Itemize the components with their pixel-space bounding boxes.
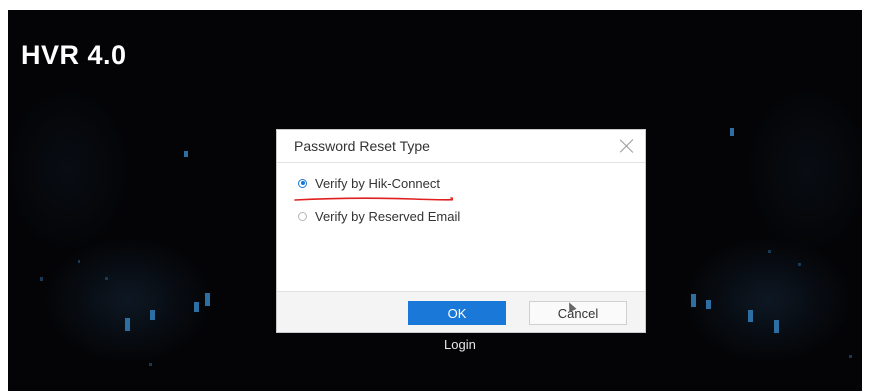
dialog-footer: OK Cancel	[277, 291, 645, 332]
option-verify-reserved-email[interactable]: Verify by Reserved Email	[298, 207, 460, 225]
decor-square	[798, 263, 801, 266]
decor-square	[849, 355, 852, 358]
decor-square	[205, 293, 210, 306]
decor-square	[78, 260, 80, 263]
decor-square	[150, 310, 155, 320]
brand-logo: HVR 4.0	[21, 40, 127, 70]
option-verify-hik-connect[interactable]: Verify by Hik-Connect	[298, 174, 440, 192]
decor-square	[706, 300, 711, 309]
decor-square	[40, 277, 43, 281]
password-reset-dialog: Password Reset Type Verify by Hik-Connec…	[276, 129, 646, 333]
decor-square	[184, 151, 188, 157]
decor-square	[691, 294, 696, 307]
login-label[interactable]: Login	[444, 337, 476, 352]
radio-unselected-icon[interactable]	[298, 211, 307, 221]
dialog-header: Password Reset Type	[277, 130, 645, 163]
red-underline-annotation	[294, 197, 453, 201]
cancel-button[interactable]: Cancel	[529, 301, 627, 325]
decor-square	[125, 318, 130, 331]
option-label: Verify by Hik-Connect	[315, 175, 440, 191]
decor-square	[768, 250, 771, 253]
decor-square	[774, 320, 779, 333]
option-label: Verify by Reserved Email	[315, 208, 461, 224]
decor-square	[730, 128, 734, 136]
dialog-title: Password Reset Type	[294, 138, 430, 154]
radio-selected-icon[interactable]	[298, 178, 307, 188]
ok-button[interactable]: OK	[408, 301, 506, 325]
decor-square	[105, 277, 108, 280]
decor-square	[748, 310, 753, 322]
close-icon[interactable]	[619, 138, 635, 154]
decor-square	[149, 363, 152, 366]
decor-square	[194, 302, 199, 312]
